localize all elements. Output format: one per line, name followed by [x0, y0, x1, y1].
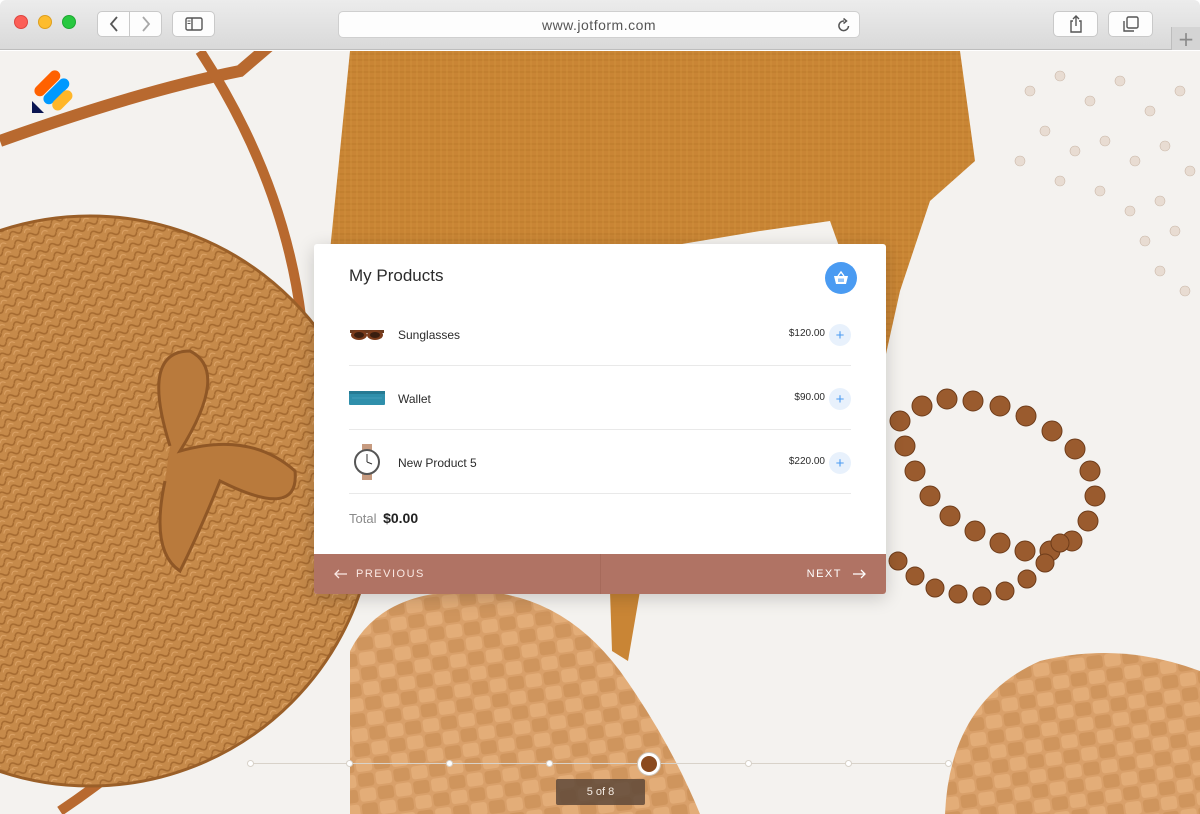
reload-icon[interactable] — [837, 17, 851, 33]
add-product-button[interactable]: + — [829, 452, 851, 474]
progress-step[interactable] — [446, 760, 453, 767]
wallet-thumbnail — [349, 391, 385, 405]
next-button[interactable]: NEXT — [600, 554, 886, 594]
zoom-window-button[interactable] — [62, 15, 76, 29]
add-product-button[interactable]: + — [829, 324, 851, 346]
product-row: Sunglasses $120.00 + — [349, 302, 851, 366]
progress-step[interactable] — [247, 760, 254, 767]
add-product-button[interactable]: + — [829, 388, 851, 410]
card-title: My Products — [349, 266, 444, 285]
progress-step[interactable] — [745, 760, 752, 767]
cart-button[interactable] — [825, 262, 857, 294]
url-text: www.jotform.com — [541, 16, 657, 33]
form-page: My Products Sunglasses $120.00 + Wallet … — [0, 51, 1200, 814]
progress-step[interactable] — [945, 760, 952, 767]
product-name: Wallet — [398, 392, 431, 406]
card-navigation: PREVIOUS NEXT — [314, 554, 886, 594]
tab-overview-button[interactable] — [1108, 11, 1153, 37]
previous-label: PREVIOUS — [356, 568, 425, 580]
new-tab-button[interactable]: + — [1171, 27, 1200, 51]
sidebar-toggle-button[interactable] — [172, 11, 215, 37]
minimize-window-button[interactable] — [38, 15, 52, 29]
products-card: My Products Sunglasses $120.00 + Wallet … — [314, 244, 886, 594]
chevron-right-icon — [141, 16, 150, 32]
close-window-button[interactable] — [14, 15, 28, 29]
page-counter: 5 of 8 — [556, 779, 645, 805]
watch-thumbnail — [354, 444, 380, 480]
total-label: Total — [349, 511, 377, 526]
total-line: Total $0.00 — [349, 510, 418, 526]
chevron-left-icon — [109, 16, 118, 32]
address-bar[interactable]: www.jotform.com — [338, 11, 860, 38]
sunglasses-thumbnail — [350, 330, 384, 340]
forward-button[interactable] — [129, 11, 162, 37]
next-label: NEXT — [806, 568, 842, 580]
jotform-logo[interactable] — [28, 61, 80, 117]
arrow-right-icon — [853, 569, 866, 579]
arrow-left-icon — [334, 569, 347, 579]
product-name: New Product 5 — [398, 456, 477, 470]
previous-button[interactable]: PREVIOUS — [314, 554, 600, 594]
product-price: $220.00 — [788, 456, 825, 467]
basket-icon — [834, 271, 848, 284]
browser-toolbar: www.jotform.com + — [0, 0, 1200, 51]
product-row: New Product 5 $220.00 + — [349, 430, 851, 494]
tabs-icon — [1122, 16, 1139, 32]
product-price: $120.00 — [788, 328, 825, 339]
progress-step[interactable] — [546, 760, 553, 767]
product-price: $90.00 — [794, 392, 825, 403]
progress-step[interactable] — [845, 760, 852, 767]
progress-step[interactable] — [346, 760, 353, 767]
progress-step-current[interactable] — [638, 753, 660, 775]
sidebar-icon — [184, 17, 203, 31]
product-row: Wallet $90.00 + — [349, 366, 851, 430]
back-button[interactable] — [97, 11, 130, 37]
share-icon — [1069, 15, 1082, 33]
product-name: Sunglasses — [398, 328, 461, 342]
share-button[interactable] — [1053, 11, 1098, 37]
total-value: $0.00 — [383, 510, 419, 526]
